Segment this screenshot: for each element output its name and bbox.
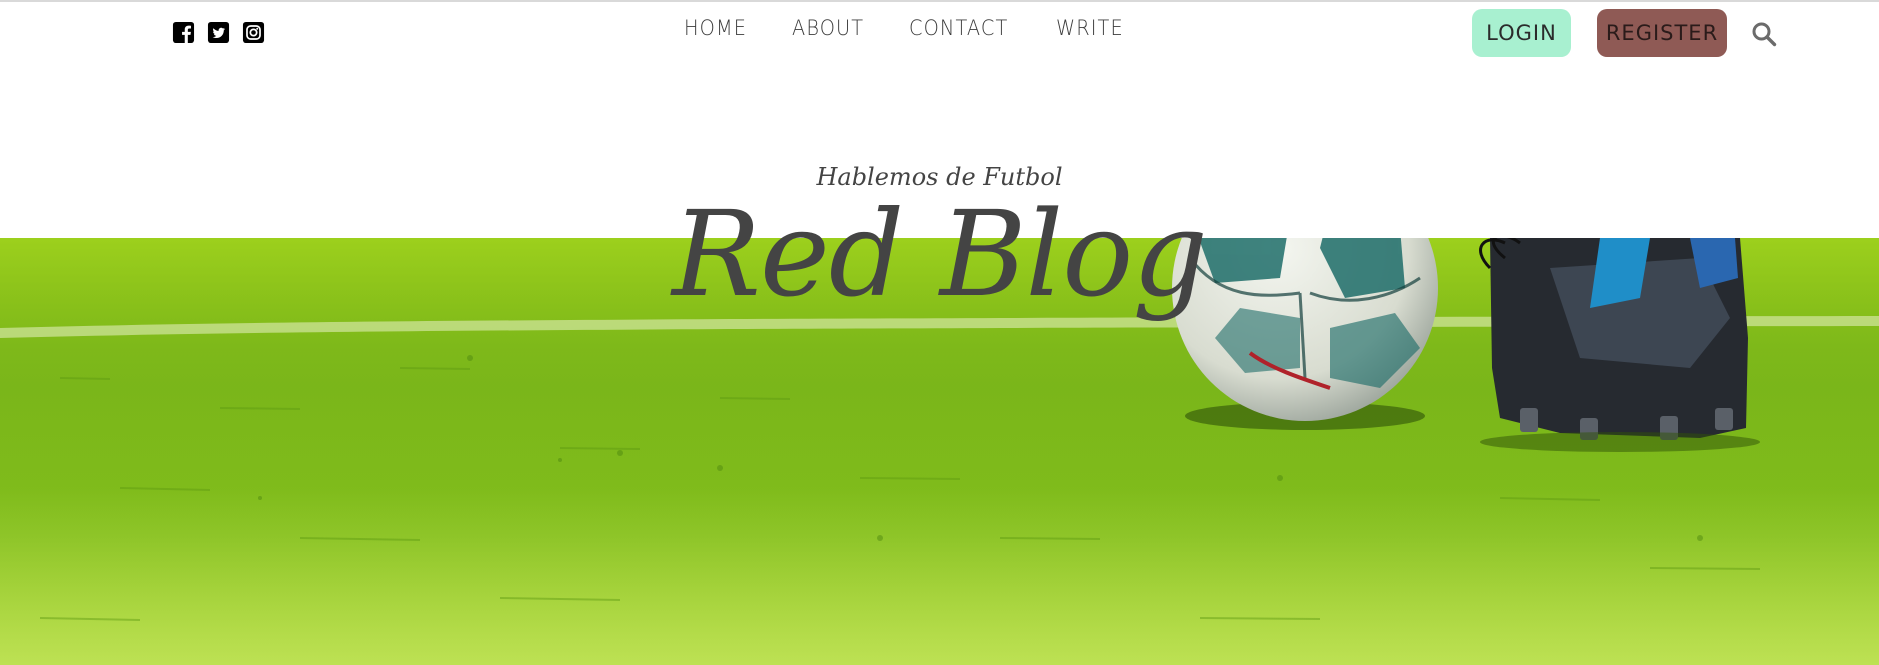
facebook-icon[interactable] (172, 21, 195, 44)
search-icon[interactable] (1751, 21, 1777, 47)
nav-write-link[interactable]: WRITE (1056, 16, 1124, 40)
nav-contact-link[interactable]: CONTACT (909, 16, 1008, 40)
main-nav: HOME ABOUT CONTACT WRITE (684, 16, 1130, 40)
nav-home-link[interactable]: HOME (684, 16, 747, 40)
social-links (172, 21, 265, 44)
site-title: Red Blog (672, 185, 1208, 323)
instagram-icon[interactable] (242, 21, 265, 44)
login-button[interactable]: LOGIN (1472, 9, 1571, 57)
top-bar: HOME ABOUT CONTACT WRITE LOGIN REGISTER (0, 2, 1879, 64)
register-button[interactable]: REGISTER (1597, 9, 1727, 57)
nav-about-link[interactable]: ABOUT (792, 16, 864, 40)
twitter-icon[interactable] (207, 21, 230, 44)
